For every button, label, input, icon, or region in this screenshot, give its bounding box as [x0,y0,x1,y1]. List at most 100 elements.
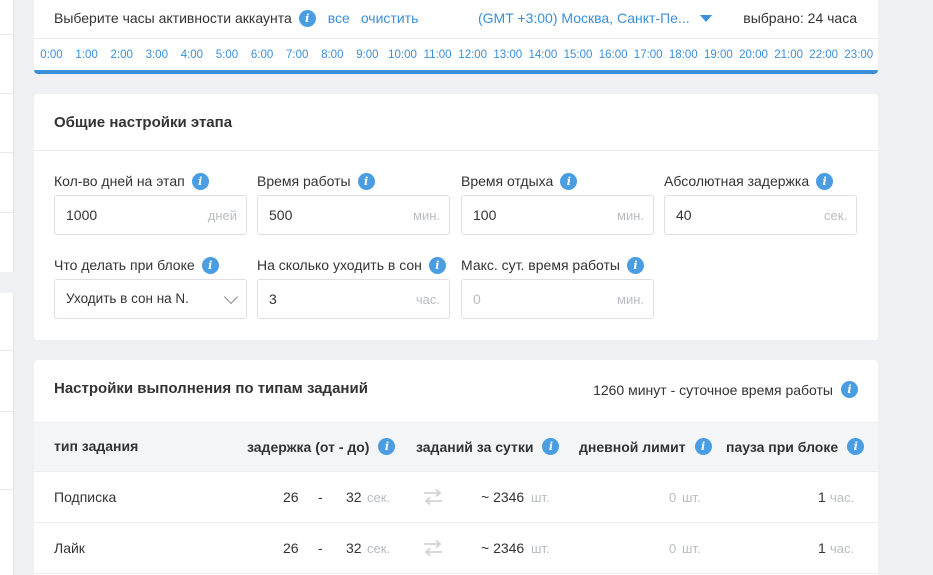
work-time-label: Время работы i [257,171,375,191]
info-icon[interactable]: i [298,9,316,27]
max-daily-time-unit: мин. [617,292,644,307]
select-all-link[interactable]: все [328,10,350,26]
info-icon[interactable]: i [560,172,578,190]
sleep-duration-unit: час. [415,292,440,307]
hour-option[interactable]: 1:00 [69,49,104,61]
info-icon[interactable]: i [816,172,834,190]
rest-time-input[interactable]: 100 мин. [461,195,654,235]
block-pause-unit: час. [830,490,855,505]
hour-option[interactable]: 22:00 [806,49,841,61]
hour-option[interactable]: 12:00 [455,49,490,61]
delay-to-input[interactable]: 32 [346,489,362,505]
col-daily-limit: дневной лимит i [579,438,712,455]
max-daily-time-placeholder: 0 [473,291,481,307]
hour-option[interactable]: 19:00 [701,49,736,61]
days-unit: дней [207,208,237,223]
info-icon[interactable]: i [542,438,560,455]
task-table-header: тип задания задержка (от - до) i заданий… [34,422,878,472]
activity-hours-card: Выберите часы активности аккаунта i все … [34,0,878,74]
clear-link[interactable]: очистить [361,10,419,26]
info-icon[interactable]: i [191,172,209,190]
info-icon[interactable]: i [841,381,858,398]
table-row: Лайк 26 - 32 сек. ~ 2346 шт. 0 шт. 1 час. [34,523,878,574]
on-block-value: Уходить в сон на N. [66,291,189,306]
hours-selector: 0:00 1:00 2:00 3:00 4:00 5:00 6:00 7:00 8:00 9:00… [34,38,878,70]
days-label: Кол-во дней на этап i [54,171,209,191]
absolute-delay-input[interactable]: 40 сек. [664,195,857,235]
left-panel-top [0,0,14,272]
days-input[interactable]: 1000 дней [54,195,247,235]
per-day-value: ~ 2346 [481,489,525,505]
col-delay: задержка (от - до) i [247,438,396,455]
hour-option[interactable]: 16:00 [596,49,631,61]
hour-option[interactable]: 13:00 [490,49,525,61]
hour-option[interactable]: 0:00 [34,49,69,61]
daily-limit-input[interactable]: 0 [669,541,676,556]
work-time-input[interactable]: 500 мин. [257,195,450,235]
block-pause-input[interactable]: 1 [818,540,826,556]
max-daily-time-input[interactable]: 0 мин. [461,279,654,319]
task-type: Подписка [54,489,117,505]
rest-time-label-text: Время отдыха [461,173,554,189]
delay-from-input[interactable]: 26 [283,540,299,556]
col-per-day-label: заданий за сутки [416,438,534,455]
delay-unit: сек. [367,490,391,505]
hour-option[interactable]: 11:00 [420,49,455,61]
delay-to-input[interactable]: 32 [346,540,362,556]
sleep-duration-value: 3 [269,291,277,307]
hours-selected-bar[interactable] [34,70,878,74]
hour-option[interactable]: 6:00 [245,49,280,61]
hour-option[interactable]: 2:00 [104,49,139,61]
general-settings-title: Общие настройки этапа [54,114,233,131]
delay-dash: - [318,540,323,556]
daily-limit-input[interactable]: 0 [669,490,676,505]
col-block-pause: пауза при блоке i [726,438,865,455]
info-icon[interactable]: i [847,438,865,455]
col-delay-label: задержка (от - до) [247,438,370,455]
left-panel-bottom [0,293,14,575]
sleep-duration-input[interactable]: 3 час. [257,279,450,319]
hour-option[interactable]: 21:00 [771,49,806,61]
hour-option[interactable]: 20:00 [736,49,771,61]
info-icon[interactable]: i [694,438,712,455]
hour-option[interactable]: 9:00 [350,49,385,61]
col-per-day: заданий за сутки i [416,438,560,455]
swap-arrows-icon[interactable] [422,488,444,506]
info-icon[interactable]: i [428,256,446,274]
general-settings-card: Общие настройки этапа Кол-во дней на эта… [34,94,878,340]
hour-option[interactable]: 18:00 [666,49,701,61]
activity-hours-header: Выберите часы активности аккаунта i все … [54,8,418,28]
rest-time-value: 100 [473,207,497,223]
delay-dash: - [318,489,323,505]
hour-option[interactable]: 7:00 [280,49,315,61]
timezone-value: (GMT +3:00) Москва, Санкт-Пе... [478,10,690,26]
task-type: Лайк [54,540,85,556]
hour-option[interactable]: 3:00 [139,49,174,61]
work-time-label-text: Время работы [257,173,351,189]
absolute-delay-unit: сек. [823,208,847,223]
hour-option[interactable]: 5:00 [210,49,245,61]
hour-option[interactable]: 14:00 [525,49,560,61]
divider [34,150,878,151]
hour-option[interactable]: 23:00 [841,49,876,61]
swap-arrows-icon[interactable] [422,539,444,557]
hour-option[interactable]: 10:00 [385,49,420,61]
on-block-select[interactable]: Уходить в сон на N. [54,279,247,319]
caret-down-icon [699,14,712,22]
daily-work-time-text: 1260 минут - суточное время работы [593,381,833,398]
info-icon[interactable]: i [626,256,644,274]
hour-option[interactable]: 4:00 [174,49,209,61]
hour-option[interactable]: 17:00 [631,49,666,61]
timezone-select[interactable]: (GMT +3:00) Москва, Санкт-Пе... [478,8,712,28]
info-icon[interactable]: i [378,438,396,455]
info-icon[interactable]: i [201,256,219,274]
hour-option[interactable]: 15:00 [561,49,596,61]
delay-from-input[interactable]: 26 [283,489,299,505]
col-daily-limit-label: дневной лимит [579,438,686,455]
info-icon[interactable]: i [357,172,375,190]
block-pause-input[interactable]: 1 [818,489,826,505]
work-time-value: 500 [269,207,293,223]
daily-work-time: 1260 минут - суточное время работы i [593,381,858,398]
hour-option[interactable]: 8:00 [315,49,350,61]
delay-unit: сек. [367,541,391,556]
